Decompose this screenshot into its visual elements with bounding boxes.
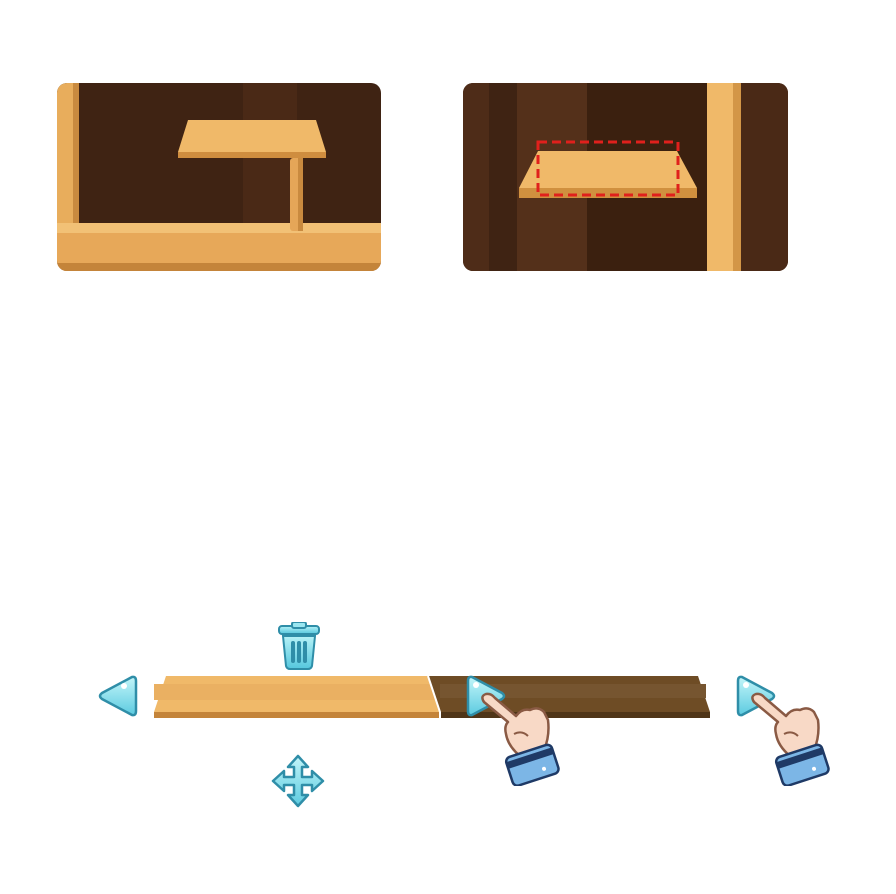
floating-shelf (519, 151, 697, 198)
arrow-left-icon[interactable] (96, 674, 138, 718)
floating-shelf-scene (463, 83, 788, 271)
wooden-shelf (178, 120, 326, 158)
pointing-hand-icon (478, 690, 572, 786)
trash-icon[interactable] (275, 622, 323, 670)
editable-plank[interactable] (154, 674, 710, 720)
floating-shelf-panel (463, 83, 788, 271)
pointing-hand-icon (748, 690, 842, 786)
move-icon[interactable] (271, 754, 325, 808)
plank-selected-segment[interactable] (154, 676, 440, 718)
shelf-with-support-panel (57, 83, 381, 271)
shelf-support-leg (290, 158, 303, 231)
shelf-with-support-scene (57, 83, 381, 271)
